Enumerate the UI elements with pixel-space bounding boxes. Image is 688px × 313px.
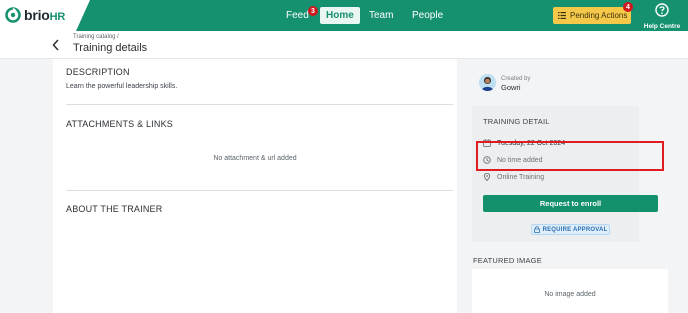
pending-actions-badge: 4 [623, 2, 633, 12]
person-avatar-icon [479, 74, 496, 91]
featured-image-heading: FEATURED IMAGE [473, 256, 542, 265]
back-arrow-icon[interactable] [52, 39, 60, 51]
help-circle-icon [655, 3, 669, 17]
feed-notification-badge: 3 [308, 6, 318, 16]
no-attachments-message: No attachment & url added [213, 155, 297, 162]
about-trainer-heading: ABOUT THE TRAINER [66, 204, 163, 214]
require-approval-label: REQUIRE APPROVAL [542, 226, 608, 233]
training-content-panel: DESCRIPTION Learn the powerful leadershi… [53, 59, 457, 313]
creator-name: Gowri [501, 83, 521, 92]
lock-icon [533, 226, 540, 233]
pending-actions-button[interactable]: Pending Actions [553, 7, 631, 24]
section-divider [66, 190, 453, 191]
location-pin-icon [483, 173, 491, 181]
nav-feed[interactable]: Feed [286, 0, 309, 31]
description-heading: DESCRIPTION [66, 67, 130, 77]
brand-name: brioHR [24, 7, 66, 23]
nav-home[interactable]: Home [320, 0, 360, 31]
section-divider [66, 104, 453, 105]
help-centre-label: Help Centre [643, 23, 681, 30]
list-icon [558, 12, 566, 19]
creator-avatar [479, 74, 496, 91]
description-text: Learn the powerful leadership skills. [66, 83, 178, 90]
page-title: Training details [73, 42, 148, 54]
page-header: Training catalog / Training details [0, 31, 688, 59]
breadcrumb[interactable]: Training catalog / [73, 34, 119, 40]
pending-actions-label: Pending Actions [570, 11, 628, 20]
training-detail-card: TRAINING DETAIL Tuesday, 22 Oct 2024 No … [472, 106, 658, 242]
no-image-message: No image added [544, 291, 596, 298]
enroll-highlight-box [476, 141, 664, 171]
training-mode: Online Training [497, 173, 545, 181]
training-detail-heading: TRAINING DETAIL [483, 117, 550, 126]
request-to-enroll-button[interactable]: Request to enroll [483, 195, 658, 212]
help-centre-button[interactable]: Help Centre [642, 3, 682, 30]
attachments-heading: ATTACHMENTS & LINKS [66, 119, 173, 129]
require-approval-badge: REQUIRE APPROVAL [531, 224, 610, 235]
nav-team[interactable]: Team [369, 0, 393, 31]
top-navigation-bar: brioHR Feed 3 Home Team People Pending A… [0, 0, 688, 31]
nav-people[interactable]: People [412, 0, 443, 31]
training-mode-row: Online Training [483, 173, 544, 181]
brio-logo-icon [5, 7, 21, 23]
brand-logo[interactable]: brioHR [0, 0, 90, 31]
created-by-label: Created by [501, 76, 531, 82]
